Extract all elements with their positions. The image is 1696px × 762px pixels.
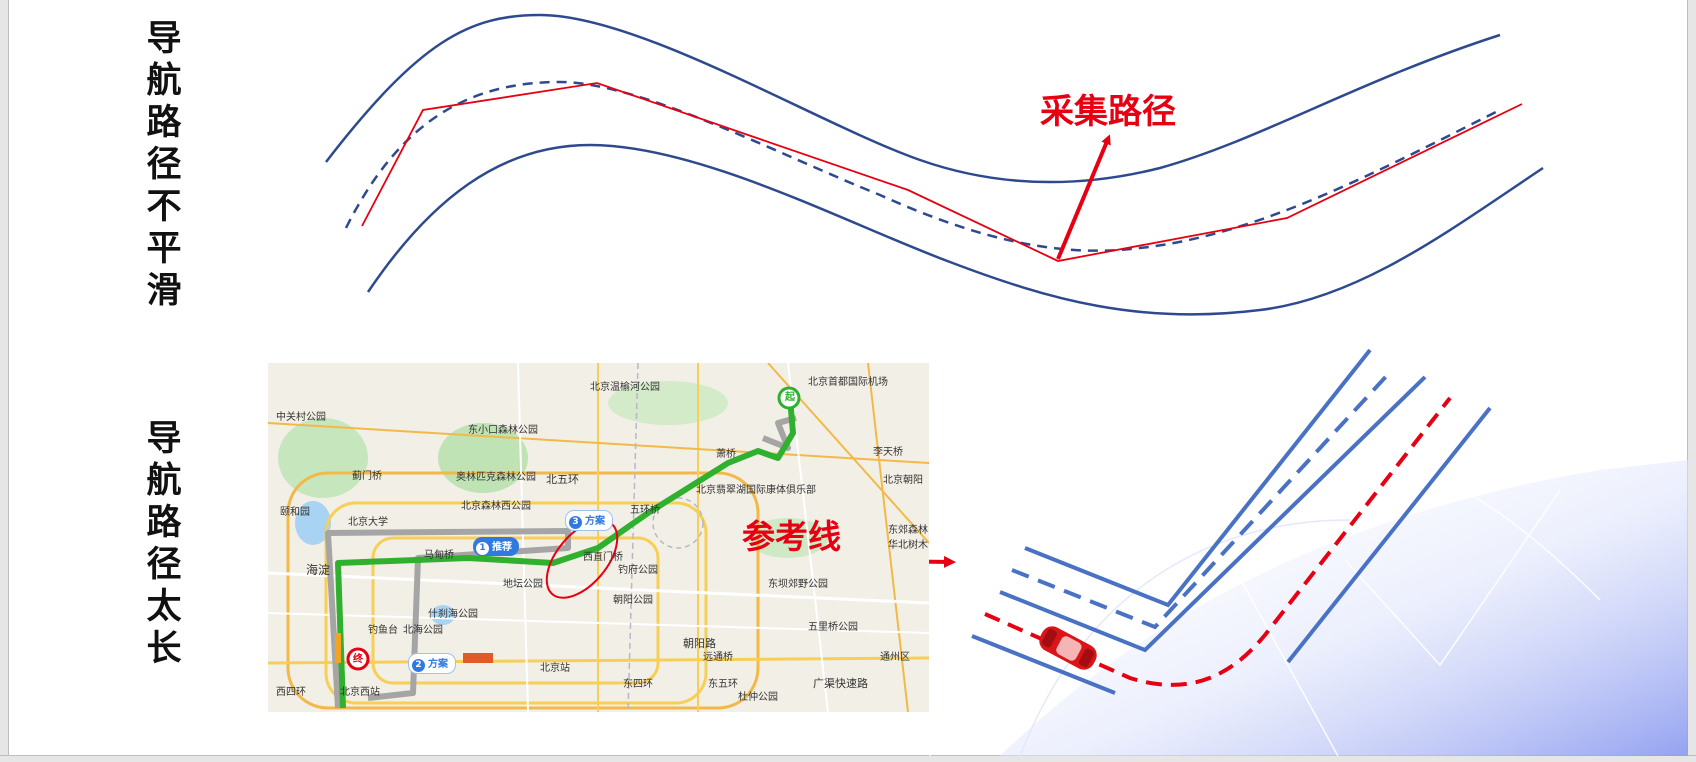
map-label: 奥林匹克森林公园 <box>456 472 536 483</box>
map-label: 远通桥 <box>703 652 733 663</box>
end-marker: 终 <box>353 654 363 665</box>
map-label: 什刹海公园 <box>428 609 478 620</box>
map-label: 钓鱼台 <box>368 625 398 636</box>
map-label: 通州区 <box>880 652 910 663</box>
map-label: 中关村公园 <box>276 412 326 423</box>
map-label: 蓟门桥 <box>352 471 382 482</box>
map-label: 东五环 <box>708 679 738 690</box>
map-label: 海淀 <box>306 563 331 577</box>
route-pill-2[interactable]: 2 方案 <box>408 653 456 674</box>
map-label: 杜仲公园 <box>738 692 778 703</box>
map-label: 地坛公园 <box>503 579 543 590</box>
map-label: 北京大学 <box>348 517 388 528</box>
map-label: 东郊森林华北树木 <box>888 525 928 551</box>
map-label: 北京翡翠湖国际康体俱乐部 <box>696 485 816 496</box>
map-label: 钓府公园 <box>618 565 658 576</box>
map-label: 广渠快速路 <box>813 677 868 690</box>
map-label: 北京站 <box>540 663 570 674</box>
map-label: 北海公园 <box>403 625 443 636</box>
reference-line-label: 参考线 <box>742 517 841 556</box>
map-label: 北五环 <box>546 473 579 486</box>
map-label: 朝阳公园 <box>613 595 653 606</box>
map-label: 五里桥公园 <box>808 622 858 633</box>
map-label: 北京西站 <box>340 687 380 698</box>
route-pill-1[interactable]: 1 推荐 <box>473 537 519 556</box>
route-pill-3[interactable]: 3 方案 <box>565 510 613 531</box>
map-label: 东小口森林公园 <box>468 425 538 436</box>
map-label: 西四环 <box>276 687 306 698</box>
map-label: 北京森林西公园 <box>461 501 531 512</box>
map-label: 北京首都国际机场 <box>808 377 888 388</box>
map-label: 东坝郊野公园 <box>768 579 828 590</box>
map-label: 马甸桥 <box>424 550 454 561</box>
map-label: 李天桥 <box>873 447 903 458</box>
map-label: 北京温榆河公园 <box>590 382 660 393</box>
start-marker: 起 <box>785 392 795 403</box>
map-label: 五环桥 <box>630 505 660 516</box>
map-label: 西直门桥 <box>583 552 623 563</box>
map-label: 北京朝阳 <box>883 475 923 486</box>
map-label: 东四环 <box>623 679 653 690</box>
map-label: 萧桥 <box>716 449 736 460</box>
map-label: 颐和园 <box>280 507 310 518</box>
